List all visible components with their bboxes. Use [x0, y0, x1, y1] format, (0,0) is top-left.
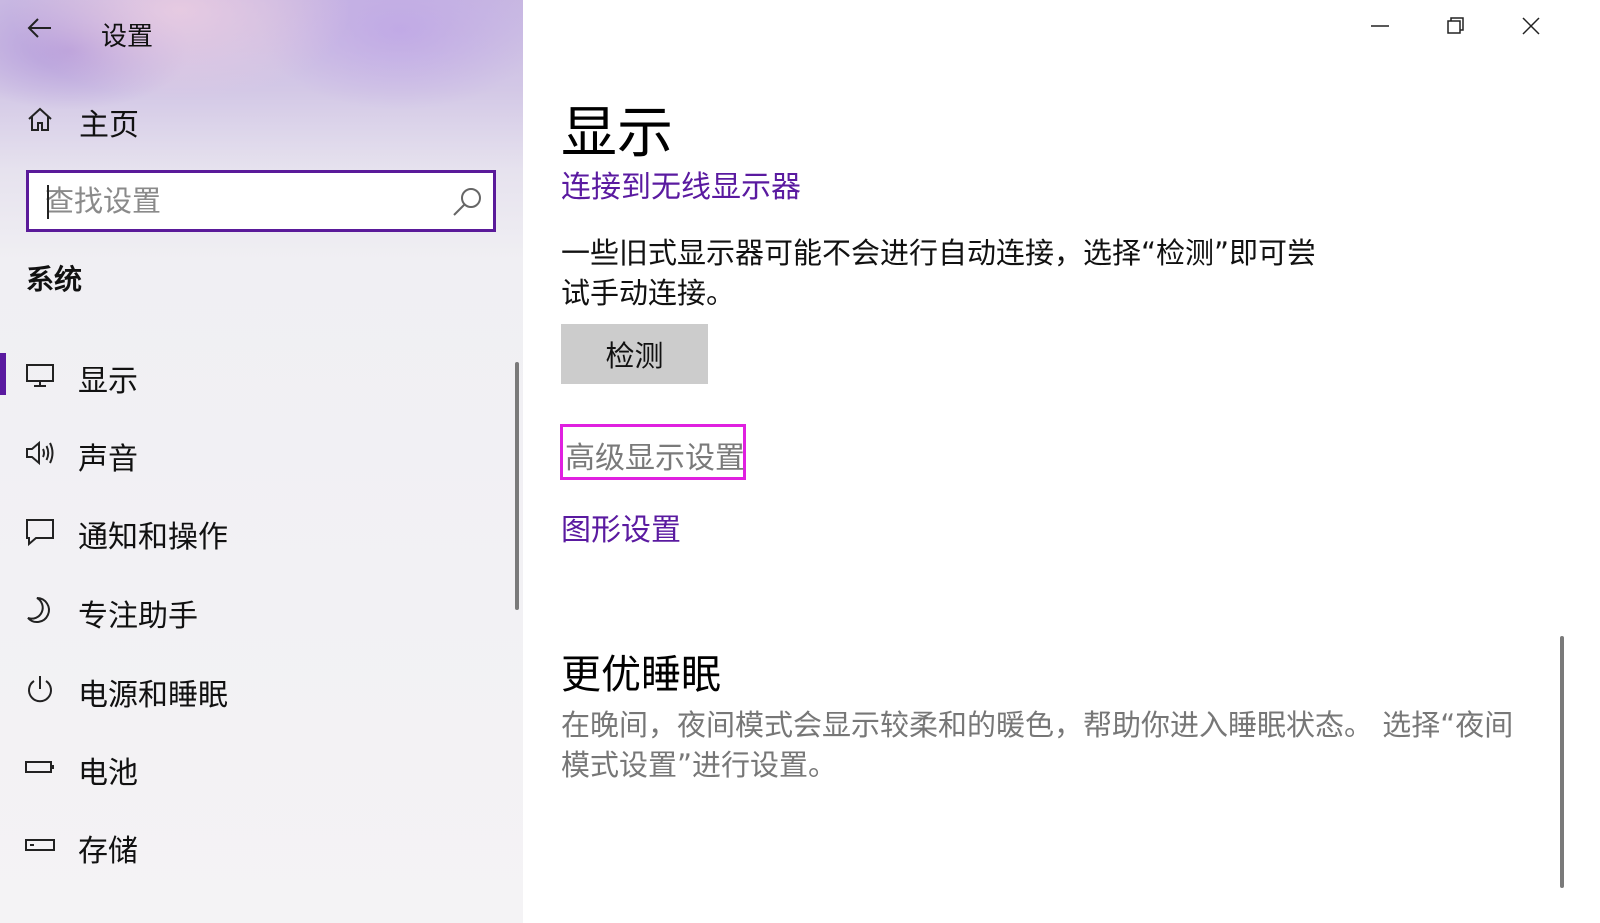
sidebar-item-label: 通知和操作 [78, 520, 228, 555]
sidebar-item-label: 存储 [78, 834, 138, 869]
speaker-icon [26, 440, 54, 466]
power-icon [28, 676, 52, 703]
main-scrollbar[interactable] [1560, 636, 1564, 888]
sidebar-item-storage[interactable]: 存储 [0, 813, 523, 877]
main-content: 显示 连接到无线显示器 一些旧式显示器可能不会进行自动连接，选择“检测”即可尝试… [523, 0, 1600, 923]
minimize-icon [1371, 25, 1389, 27]
restore-icon [1447, 17, 1464, 34]
sleep-description: 在晚间，夜间模式会显示较柔和的暖色，帮助你进入睡眠状态。 选择“夜间模式设置”进… [561, 708, 1514, 782]
sidebar-item-notifications[interactable]: 通知和操作 [0, 499, 523, 563]
sidebar-item-battery[interactable]: 电池 [0, 735, 523, 799]
back-button[interactable] [18, 8, 62, 48]
advanced-display-settings-link[interactable]: 高级显示设置 [560, 424, 746, 480]
search-box[interactable] [26, 170, 496, 232]
sleep-section-heading: 更优睡眠 [561, 652, 721, 698]
close-button[interactable] [1493, 0, 1569, 52]
sidebar-item-label: 声音 [78, 442, 138, 477]
back-arrow-icon [27, 18, 51, 38]
sidebar-item-home[interactable]: 主页 [0, 92, 523, 146]
settings-window: 设置 主页 系统 显示 [0, 0, 1600, 923]
text-caret [47, 185, 49, 219]
sidebar-item-label: 电池 [78, 756, 138, 791]
sidebar-item-label: 显示 [78, 364, 138, 399]
detect-button[interactable]: 检测 [561, 324, 708, 384]
sidebar-item-display[interactable]: 显示 [0, 343, 523, 407]
monitor-icon [26, 364, 54, 387]
search-icon[interactable] [451, 185, 485, 219]
sidebar-item-power-sleep[interactable]: 电源和睡眠 [0, 657, 523, 721]
close-icon [1522, 17, 1540, 35]
sidebar-item-sound[interactable]: 声音 [0, 421, 523, 485]
advanced-display-settings-label: 高级显示设置 [565, 441, 745, 476]
battery-icon [25, 761, 54, 773]
page-title: 显示 [561, 101, 673, 166]
search-input[interactable] [45, 181, 435, 221]
notification-icon [26, 519, 54, 547]
app-title: 设置 [101, 22, 154, 52]
home-icon [28, 107, 52, 131]
sidebar-item-label: 专注助手 [78, 599, 198, 634]
detect-description: 一些旧式显示器可能不会进行自动连接，选择“检测”即可尝试手动连接。 [561, 236, 1317, 310]
storage-icon [25, 839, 55, 851]
sidebar-item-label: 主页 [79, 108, 139, 143]
restore-button[interactable] [1418, 0, 1494, 52]
section-title: 系统 [26, 263, 83, 296]
sidebar-item-focus-assist[interactable]: 专注助手 [0, 578, 523, 642]
graphics-settings-link[interactable]: 图形设置 [561, 505, 681, 549]
moon-icon [27, 597, 50, 623]
sidebar-item-label: 电源和睡眠 [78, 678, 228, 713]
selection-indicator [0, 353, 6, 395]
sidebar-scrollbar[interactable] [515, 362, 519, 610]
connect-wireless-display-link[interactable]: 连接到无线显示器 [561, 162, 801, 206]
minimize-button[interactable] [1342, 0, 1418, 52]
sidebar: 设置 主页 系统 显示 [0, 0, 523, 923]
